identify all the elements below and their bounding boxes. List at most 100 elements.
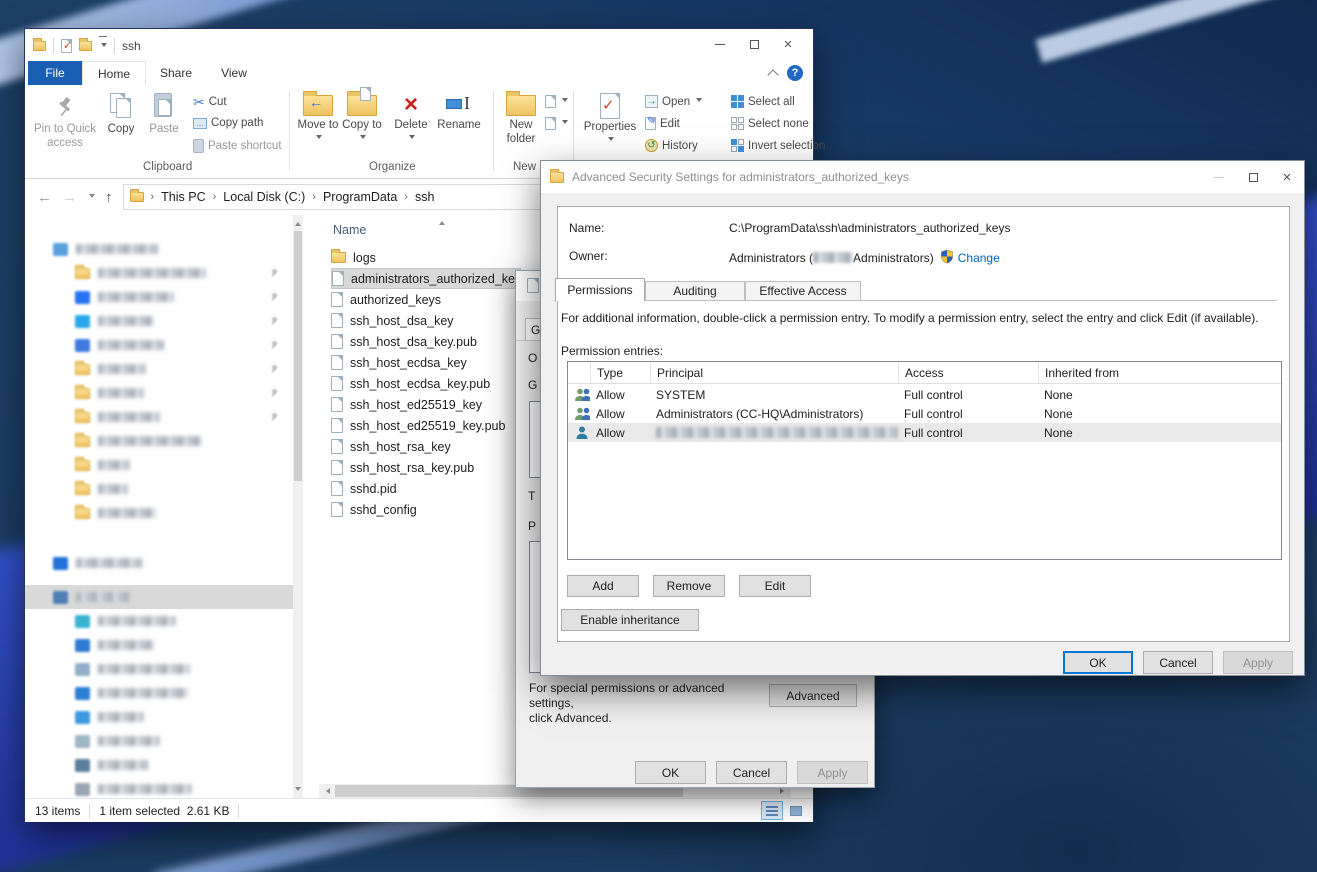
sidebar-item[interactable] <box>25 333 293 357</box>
sidebar-item[interactable] <box>25 501 293 525</box>
file-row[interactable]: sshd_config <box>331 499 521 520</box>
breadcrumb-separator-icon[interactable]: › <box>401 191 411 203</box>
nav-scrollbar-thumb[interactable] <box>294 231 302 481</box>
properties-cancel-button[interactable]: Cancel <box>716 761 787 784</box>
nav-scrollbar[interactable] <box>293 215 303 798</box>
sidebar-item[interactable] <box>25 551 293 575</box>
security-title-bar[interactable]: Advanced Security Settings for administr… <box>541 161 1304 193</box>
sidebar-item[interactable] <box>25 309 293 333</box>
breadcrumb-segment[interactable]: This PC <box>157 190 209 204</box>
file-row[interactable]: ssh_host_ed25519_key <box>331 394 521 415</box>
file-row[interactable]: ssh_host_dsa_key.pub <box>331 331 521 352</box>
sidebar-item[interactable] <box>25 405 293 429</box>
details-view-button[interactable] <box>761 801 783 820</box>
properties-button[interactable]: ✓ Properties <box>581 91 639 149</box>
file-row[interactable]: authorized_keys <box>331 289 521 310</box>
edit-button[interactable]: ✎Edit <box>645 117 680 130</box>
sidebar-item[interactable] <box>25 633 293 657</box>
edit-permission-button[interactable]: Edit <box>739 575 811 597</box>
maximize-button[interactable] <box>737 29 771 59</box>
properties-apply-button[interactable]: Apply <box>797 761 868 784</box>
tab-home[interactable]: Home <box>82 61 146 85</box>
breadcrumb-segment[interactable]: ssh <box>411 190 438 204</box>
sidebar-item[interactable] <box>25 609 293 633</box>
file-row[interactable]: logs <box>331 247 521 268</box>
ok-button[interactable]: OK <box>1063 651 1133 674</box>
tab-view[interactable]: View <box>206 61 262 85</box>
rename-button[interactable]: I Rename <box>433 91 485 133</box>
file-row[interactable]: ssh_host_dsa_key <box>331 310 521 331</box>
dialog-maximize-button[interactable] <box>1236 163 1270 191</box>
header-inherited-from[interactable]: Inherited from <box>1038 362 1282 383</box>
sidebar-item[interactable] <box>25 585 293 609</box>
sidebar-item[interactable] <box>25 657 293 681</box>
breadcrumb-segment[interactable]: Local Disk (C:) <box>219 190 309 204</box>
new-folder-button[interactable]: New folder <box>499 91 543 147</box>
cancel-button[interactable]: Cancel <box>1143 651 1213 674</box>
collapse-ribbon-icon[interactable] <box>767 69 778 80</box>
paste-shortcut-button[interactable]: Paste shortcut <box>193 139 282 153</box>
paste-button[interactable]: Paste <box>143 91 185 137</box>
header-type[interactable]: Type <box>590 362 650 383</box>
back-button[interactable]: ← <box>37 189 52 206</box>
open-button[interactable]: →Open <box>645 95 702 108</box>
tab-share[interactable]: Share <box>146 61 206 85</box>
qat-customize-icon[interactable] <box>99 36 107 56</box>
sidebar-item[interactable] <box>25 357 293 381</box>
advanced-button[interactable]: Advanced <box>769 684 857 707</box>
breadcrumb-segment[interactable]: ProgramData <box>319 190 401 204</box>
pin-to-quick-access-button[interactable]: Pin to Quick access <box>33 91 97 151</box>
sidebar-item[interactable] <box>25 261 293 285</box>
permission-row[interactable]: AllowAdministrators (CC-HQ\Administrator… <box>568 404 1281 423</box>
sidebar-item[interactable] <box>25 681 293 705</box>
sidebar-item[interactable] <box>25 381 293 405</box>
sidebar-item[interactable] <box>25 477 293 501</box>
minimize-button[interactable] <box>703 29 737 59</box>
header-principal[interactable]: Principal <box>650 362 898 383</box>
close-button[interactable]: × <box>771 29 805 59</box>
breadcrumb-separator-icon[interactable]: › <box>309 191 319 203</box>
scroll-left-icon[interactable] <box>323 788 330 794</box>
file-row[interactable]: ssh_host_rsa_key.pub <box>331 457 521 478</box>
up-button[interactable]: ↑ <box>105 189 113 206</box>
delete-button[interactable]: × Delete <box>389 91 433 147</box>
new-item-button[interactable] <box>545 95 568 108</box>
file-row[interactable]: ssh_host_rsa_key <box>331 436 521 457</box>
change-owner-link[interactable]: Change <box>958 251 1000 265</box>
help-icon[interactable]: ? <box>787 65 803 81</box>
copy-to-button[interactable]: Copy to <box>341 91 383 147</box>
permission-row[interactable]: AllowFull controlNone <box>568 423 1281 442</box>
large-icons-view-button[interactable] <box>785 801 807 820</box>
header-access[interactable]: Access <box>898 362 1038 383</box>
properties-ok-button[interactable]: OK <box>635 761 706 784</box>
apply-button[interactable]: Apply <box>1223 651 1293 674</box>
sidebar-item[interactable] <box>25 453 293 477</box>
sidebar-item[interactable] <box>25 237 293 261</box>
history-button[interactable]: ↺History <box>645 139 698 152</box>
recent-locations-icon[interactable] <box>89 194 95 201</box>
dialog-minimize-button[interactable] <box>1202 163 1236 191</box>
title-bar[interactable]: ✓ ssh × <box>25 29 813 61</box>
column-header-name[interactable]: Name <box>319 217 559 241</box>
scroll-down-icon[interactable] <box>295 787 301 794</box>
invert-selection-button[interactable]: Invert selection <box>731 139 825 152</box>
file-row[interactable]: ssh_host_ed25519_key.pub <box>331 415 521 436</box>
add-button[interactable]: Add <box>567 575 639 597</box>
file-row[interactable]: administrators_authorized_keys <box>331 268 521 289</box>
scroll-up-icon[interactable] <box>295 219 301 226</box>
copy-path-button[interactable]: …Copy path <box>193 117 263 129</box>
qat-new-folder-icon[interactable] <box>79 41 92 51</box>
sidebar-item[interactable] <box>25 777 293 798</box>
sidebar-item[interactable] <box>25 729 293 753</box>
dialog-close-button[interactable]: × <box>1270 163 1304 191</box>
forward-button[interactable]: → <box>62 189 77 206</box>
sidebar-item[interactable] <box>25 705 293 729</box>
tab-permissions[interactable]: Permissions <box>555 278 645 301</box>
file-row[interactable]: ssh_host_ecdsa_key.pub <box>331 373 521 394</box>
file-row[interactable]: sshd.pid <box>331 478 521 499</box>
file-row[interactable]: ssh_host_ecdsa_key <box>331 352 521 373</box>
move-to-button[interactable]: ← Move to <box>297 91 339 147</box>
scroll-right-icon[interactable] <box>780 788 787 794</box>
tab-effective-access[interactable]: Effective Access <box>745 281 861 301</box>
select-none-button[interactable]: Select none <box>731 117 809 130</box>
